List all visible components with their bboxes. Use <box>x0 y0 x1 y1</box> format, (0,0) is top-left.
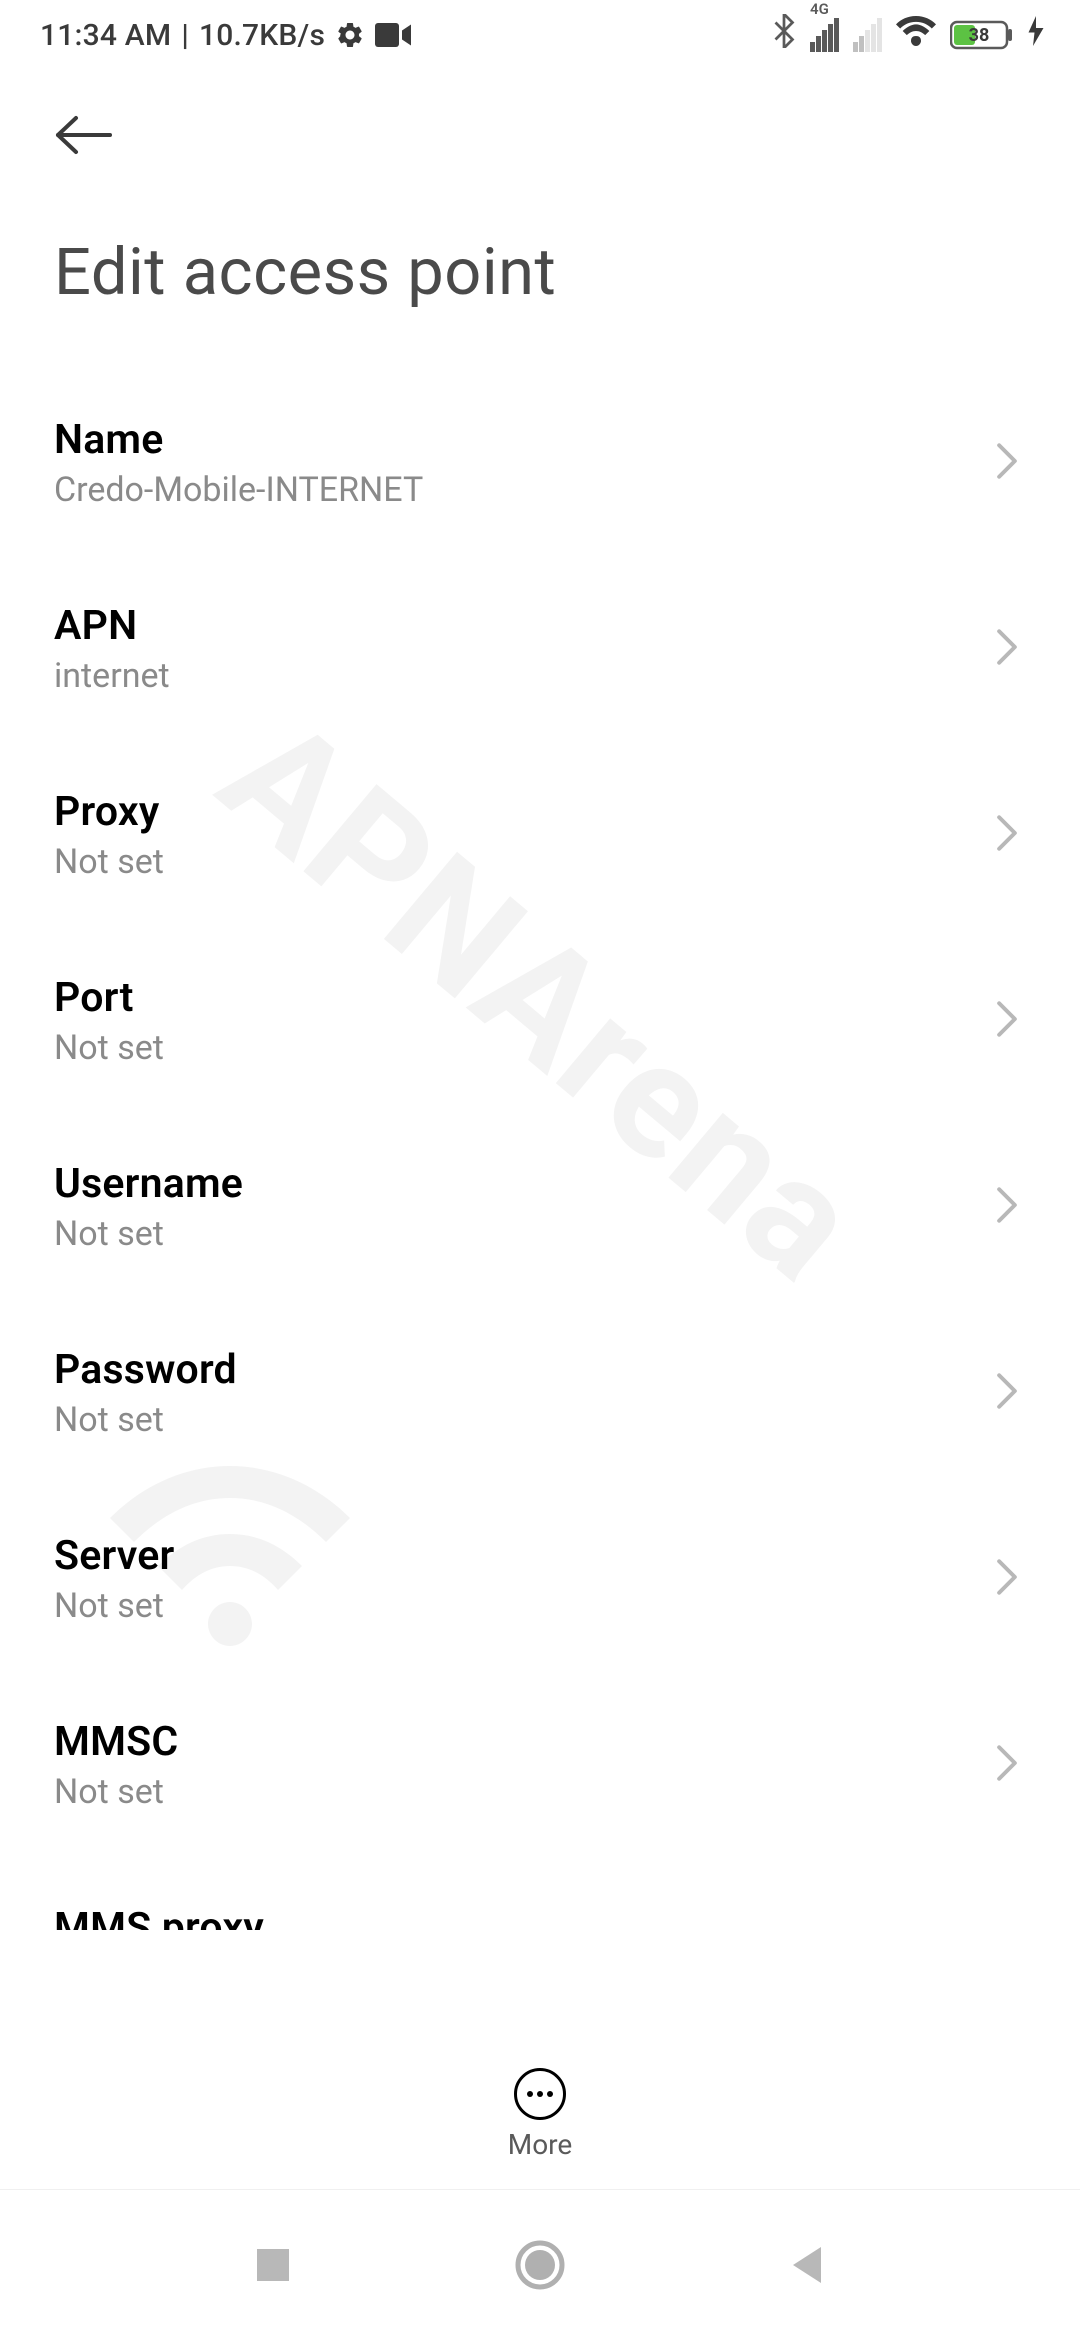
nav-back-button[interactable] <box>777 2235 837 2295</box>
status-bar: 11:34 AM | 10.7KB/s 4G <box>0 0 1080 70</box>
signal-nosim-icon <box>853 18 882 52</box>
setting-apn[interactable]: APN internet <box>0 556 1080 742</box>
triangle-left-icon <box>787 2243 827 2287</box>
navigation-bar <box>0 2190 1080 2340</box>
header: Edit access point <box>0 70 1080 310</box>
nav-home-button[interactable] <box>510 2235 570 2295</box>
list-item-text: Username Not set <box>54 1160 243 1254</box>
item-value: Not set <box>54 1772 178 1812</box>
list-item-text: Port Not set <box>54 974 164 1068</box>
item-value: Credo-Mobile-INTERNET <box>54 470 423 510</box>
battery-icon: 38 <box>950 19 1014 51</box>
item-label: APN <box>54 602 170 650</box>
settings-list: Name Credo-Mobile-INTERNET APN internet … <box>0 370 1080 1930</box>
chevron-right-icon <box>996 1000 1018 1042</box>
list-item-text: APN internet <box>54 602 170 696</box>
setting-mmsc[interactable]: MMSC Not set <box>0 1672 1080 1858</box>
video-icon <box>375 22 411 48</box>
item-label: Port <box>54 974 164 1022</box>
item-label: MMS proxy <box>54 1904 264 1930</box>
setting-proxy[interactable]: Proxy Not set <box>0 742 1080 928</box>
content-area: APNArena Edit access point Name Credo-Mo… <box>0 70 1080 1930</box>
status-separator: | <box>181 18 189 53</box>
setting-username[interactable]: Username Not set <box>0 1114 1080 1300</box>
item-label: Server <box>54 1532 175 1580</box>
gear-icon <box>335 20 365 50</box>
nav-recents-button[interactable] <box>243 2235 303 2295</box>
item-value: internet <box>54 656 170 696</box>
circle-icon <box>515 2240 565 2290</box>
setting-port[interactable]: Port Not set <box>0 928 1080 1114</box>
more-label: More <box>508 2128 573 2161</box>
status-time: 11:34 AM <box>40 18 171 53</box>
chevron-right-icon <box>996 1372 1018 1414</box>
setting-mms-proxy[interactable]: MMS proxy Not set <box>0 1858 1080 1930</box>
item-label: Password <box>54 1346 237 1394</box>
list-item-text: Proxy Not set <box>54 788 164 882</box>
setting-name[interactable]: Name Credo-Mobile-INTERNET <box>0 370 1080 556</box>
signal-4g-label: 4G <box>810 0 829 18</box>
chevron-right-icon <box>996 442 1018 484</box>
item-value: Not set <box>54 1028 164 1068</box>
list-item-text: Name Credo-Mobile-INTERNET <box>54 416 423 510</box>
item-value: Not set <box>54 1586 175 1626</box>
item-value: Not set <box>54 1400 237 1440</box>
chevron-right-icon <box>996 814 1018 856</box>
item-value: Not set <box>54 842 164 882</box>
page-title: Edit access point <box>54 234 1026 310</box>
list-item-text: MMSC Not set <box>54 1718 178 1812</box>
chevron-right-icon <box>996 1744 1018 1786</box>
chevron-right-icon <box>996 1186 1018 1228</box>
bluetooth-icon <box>772 14 796 56</box>
back-button[interactable] <box>54 100 124 170</box>
more-icon <box>514 2068 566 2120</box>
wifi-icon <box>896 15 936 55</box>
chevron-right-icon <box>996 1558 1018 1600</box>
charging-icon <box>1028 16 1044 54</box>
battery-level: 38 <box>969 25 990 46</box>
list-item-text: Server Not set <box>54 1532 175 1626</box>
arrow-left-icon <box>54 114 114 156</box>
setting-server[interactable]: Server Not set <box>0 1486 1080 1672</box>
status-right: 4G 38 <box>772 14 1044 56</box>
signal-4g-group: 4G <box>810 18 839 52</box>
setting-password[interactable]: Password Not set <box>0 1300 1080 1486</box>
bottom-more-button[interactable]: More <box>0 2040 1080 2190</box>
list-item-text: Password Not set <box>54 1346 237 1440</box>
list-item-text: MMS proxy Not set <box>54 1904 264 1930</box>
item-label: Username <box>54 1160 243 1208</box>
item-label: Proxy <box>54 788 164 836</box>
status-left: 11:34 AM | 10.7KB/s <box>40 18 411 53</box>
chevron-right-icon <box>996 628 1018 670</box>
item-value: Not set <box>54 1214 243 1254</box>
item-label: Name <box>54 416 423 464</box>
item-label: MMSC <box>54 1718 178 1766</box>
status-netspeed: 10.7KB/s <box>199 18 325 53</box>
square-icon <box>253 2245 293 2285</box>
